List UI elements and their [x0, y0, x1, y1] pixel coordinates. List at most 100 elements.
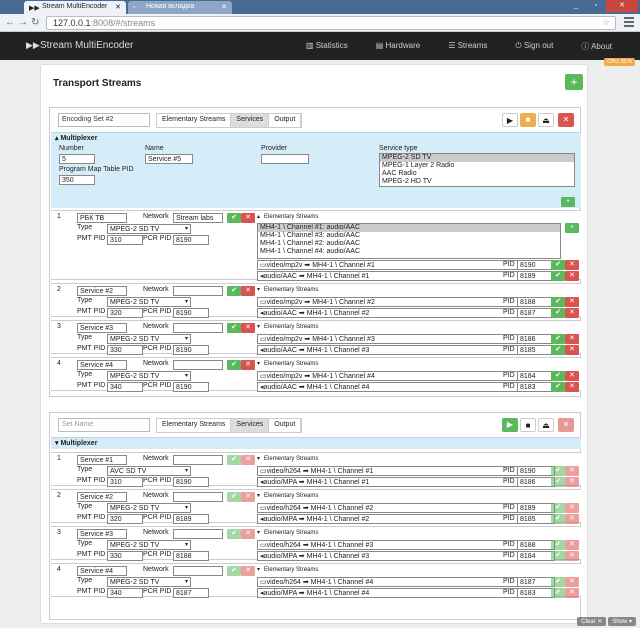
type-select[interactable]: MPEG-2 SD TV	[107, 334, 191, 344]
pcr-pid-input[interactable]: 8190	[173, 308, 209, 318]
list-item[interactable]: MPEG-2 SD TV	[380, 154, 574, 162]
delete-service-button[interactable]: ✕	[241, 566, 255, 576]
delete-service-button[interactable]: ✕	[241, 455, 255, 465]
pmt-pid-input[interactable]: 310	[107, 477, 143, 487]
save-es-button[interactable]: ✔	[551, 334, 565, 344]
delete-es-button[interactable]: ✕	[565, 466, 579, 476]
delete-service-button[interactable]: ✕	[241, 360, 255, 370]
pid-input[interactable]: 8190	[517, 466, 555, 476]
tab-output[interactable]: Output	[269, 419, 302, 432]
save-service-button[interactable]: ✔	[227, 286, 241, 296]
stop-button[interactable]: ■	[520, 113, 536, 127]
save-es-button[interactable]: ✔	[551, 345, 565, 355]
delete-es-button[interactable]: ✕	[565, 371, 579, 381]
type-select[interactable]: MPEG-2 SD TV	[107, 577, 191, 587]
save-es-button[interactable]: ✔	[551, 477, 565, 487]
delete-set-button[interactable]: ✕	[558, 113, 574, 127]
pid-input[interactable]: 8186	[517, 334, 555, 344]
list-item[interactable]: МН4-1 \ Channel #2: audio/AAC	[258, 240, 560, 248]
list-item[interactable]: МН4-1 \ Channel #3: audio/AAC	[258, 232, 560, 240]
pid-input[interactable]: 8189	[517, 271, 555, 281]
save-es-button[interactable]: ✔	[551, 588, 565, 598]
save-service-button[interactable]: ✔	[227, 455, 241, 465]
save-service-button[interactable]: ✔	[227, 529, 241, 539]
pcr-pid-input[interactable]: 8190	[173, 345, 209, 355]
delete-service-button[interactable]: ✕	[241, 213, 255, 223]
close-icon[interactable]: ✕	[221, 3, 227, 11]
pid-input[interactable]: 8183	[517, 588, 555, 598]
delete-es-button[interactable]: ✕	[565, 260, 579, 270]
network-input[interactable]	[173, 286, 223, 296]
clear-button[interactable]: Clear ✕	[577, 617, 607, 626]
delete-es-button[interactable]: ✕	[565, 308, 579, 318]
delete-es-button[interactable]: ✕	[565, 345, 579, 355]
tab-elementary-streams[interactable]: Elementary Streams	[157, 419, 232, 432]
delete-es-button[interactable]: ✕	[565, 577, 579, 587]
list-item[interactable]: MPEG-2 HD TV	[380, 178, 574, 186]
pid-input[interactable]: 8186	[517, 477, 555, 487]
save-es-button[interactable]: ✔	[551, 514, 565, 524]
pcr-pid-input[interactable]: 8187	[173, 588, 209, 598]
pcr-pid-input[interactable]: 8190	[173, 477, 209, 487]
maximize-icon[interactable]: ▫	[586, 0, 606, 12]
add-es-button[interactable]: +	[565, 223, 579, 233]
type-select[interactable]: AVC SD TV	[107, 466, 191, 476]
pid-input[interactable]: 8185	[517, 345, 555, 355]
type-select[interactable]: MPEG-2 SD TV	[107, 371, 191, 381]
save-es-button[interactable]: ✔	[551, 503, 565, 513]
es-header[interactable]: ▾ Elementary Streams	[257, 286, 322, 293]
save-es-button[interactable]: ✔	[551, 297, 565, 307]
save-es-button[interactable]: ✔	[551, 382, 565, 392]
save-es-button[interactable]: ✔	[551, 371, 565, 381]
save-es-button[interactable]: ✔	[551, 308, 565, 318]
pid-input[interactable]: 8187	[517, 577, 555, 587]
close-icon[interactable]: ✕	[115, 3, 121, 11]
delete-es-button[interactable]: ✕	[565, 551, 579, 561]
browser-tab-new[interactable]: ▫ Новая вкладка ✕	[128, 1, 232, 14]
list-item[interactable]: AAC Radio	[380, 170, 574, 178]
network-input[interactable]: Stream labs	[173, 213, 223, 223]
delete-es-button[interactable]: ✕	[565, 503, 579, 513]
save-service-button[interactable]: ✔	[227, 360, 241, 370]
forward-icon[interactable]: →	[18, 17, 28, 28]
pcr-pid-input[interactable]: 8190	[173, 382, 209, 392]
save-es-button[interactable]: ✔	[551, 551, 565, 561]
save-es-button[interactable]: ✔	[551, 577, 565, 587]
es-header[interactable]: ▴ Elementary Streams	[257, 213, 322, 220]
service-name-input[interactable]: Service #4	[77, 360, 127, 370]
delete-service-button[interactable]: ✕	[241, 492, 255, 502]
save-es-button[interactable]: ✔	[551, 271, 565, 281]
nav-about[interactable]: ⓘ About	[581, 41, 626, 52]
save-es-button[interactable]: ✔	[551, 466, 565, 476]
list-item[interactable]: MPEG-1 Layer 2 Radio	[380, 162, 574, 170]
delete-es-button[interactable]: ✕	[565, 297, 579, 307]
es-header[interactable]: ▾ Elementary Streams	[257, 455, 322, 462]
play-button[interactable]: ▶	[502, 418, 518, 432]
type-select[interactable]: MPEG-2 SD TV	[107, 503, 191, 513]
brand[interactable]: ▶▶ Stream MultiEncoder	[26, 40, 133, 51]
delete-es-button[interactable]: ✕	[565, 382, 579, 392]
type-select[interactable]: MPEG-2 SD TV	[107, 297, 191, 307]
minimize-icon[interactable]: _	[566, 0, 586, 12]
export-button[interactable]: ⏏	[538, 113, 554, 127]
service-type-list[interactable]: MPEG-2 SD TV MPEG-1 Layer 2 Radio AAC Ra…	[379, 153, 575, 187]
close-window-icon[interactable]: ✕	[606, 0, 638, 12]
list-item[interactable]: МН4-1 \ Channel #1: audio/AAC	[258, 224, 560, 232]
save-service-button[interactable]: ✔	[227, 213, 241, 223]
save-service-button[interactable]: ✔	[227, 323, 241, 333]
delete-es-button[interactable]: ✕	[565, 588, 579, 598]
delete-es-button[interactable]: ✕	[565, 514, 579, 524]
delete-es-button[interactable]: ✕	[565, 271, 579, 281]
delete-service-button[interactable]: ✕	[241, 323, 255, 333]
nav-streams[interactable]: ☰ Streams	[448, 41, 501, 52]
network-input[interactable]	[173, 360, 223, 370]
name-input[interactable]: Service #5	[145, 154, 193, 164]
pmt-pid-input[interactable]: 340	[107, 382, 143, 392]
save-es-button[interactable]: ✔	[551, 260, 565, 270]
service-name-input[interactable]: Service #3	[77, 529, 127, 539]
service-name-input[interactable]: Service #4	[77, 566, 127, 576]
pid-input[interactable]: 8185	[517, 514, 555, 524]
delete-set-button[interactable]: ✕	[558, 418, 574, 432]
network-input[interactable]	[173, 323, 223, 333]
pmt-pid-input[interactable]: 320	[107, 514, 143, 524]
